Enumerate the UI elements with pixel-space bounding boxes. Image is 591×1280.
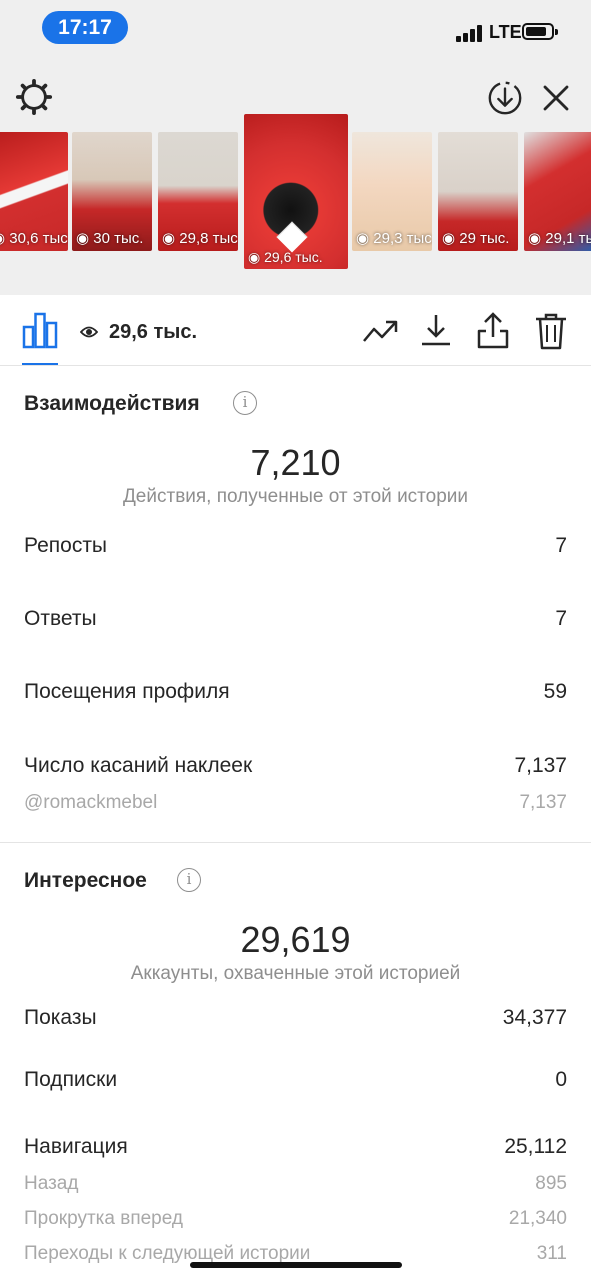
row-value-reposts: 7 bbox=[555, 534, 567, 557]
row-label-sticker-taps: Число касаний наклеек bbox=[24, 754, 253, 777]
interactions-total: 7,210 bbox=[250, 442, 341, 483]
story-thumbnail[interactable]: ◉ 29,8 тыс. bbox=[158, 132, 238, 251]
story-thumbnail[interactable]: ◉ 29,1 тыс. bbox=[524, 132, 591, 251]
row-value-sticker-taps: 7,137 bbox=[514, 754, 567, 777]
story-views: ◉ 29,6 тыс. bbox=[248, 249, 323, 265]
interactions-caption: Действия, полученные от этой истории bbox=[122, 486, 469, 507]
close-icon[interactable] bbox=[538, 80, 574, 116]
bar-chart-icon[interactable] bbox=[22, 311, 58, 349]
row-value-follows: 0 bbox=[555, 1068, 567, 1091]
gear-icon[interactable] bbox=[15, 78, 53, 116]
battery-icon bbox=[522, 23, 558, 40]
row-label-impressions: Показы bbox=[24, 1006, 97, 1029]
sticker-mention-label[interactable]: @romackmebel bbox=[24, 792, 157, 814]
nav-value-back: 895 bbox=[535, 1173, 567, 1194]
home-indicator[interactable] bbox=[190, 1262, 402, 1268]
story-views: ◉ 30 тыс. bbox=[76, 230, 144, 247]
discovery-total: 29,619 bbox=[240, 919, 351, 960]
signal-icon bbox=[456, 24, 486, 42]
status-time[interactable]: 17:17 bbox=[42, 11, 128, 44]
story-views: ◉ 29,1 тыс. bbox=[528, 230, 591, 247]
story-views: ◉ 29,8 тыс. bbox=[162, 230, 238, 247]
row-value-navigation: 25,112 bbox=[504, 1135, 567, 1158]
row-label-reposts: Репосты bbox=[24, 534, 108, 557]
story-thumbnail[interactable]: ◉ 29,3 тыс. bbox=[352, 132, 432, 251]
nav-label-back: Назад bbox=[24, 1173, 79, 1194]
download-circle-icon[interactable] bbox=[486, 79, 524, 117]
row-value-impressions: 34,377 bbox=[502, 1006, 567, 1029]
story-views: ◉ 30,6 тыс. bbox=[0, 230, 68, 247]
share-icon[interactable] bbox=[476, 311, 510, 349]
story-thumbnail[interactable]: ◉ 29 тыс. bbox=[438, 132, 518, 251]
story-thumbnail[interactable]: ◉ 30 тыс. bbox=[72, 132, 152, 251]
discovery-caption: Аккаунты, охваченные этой историей bbox=[130, 963, 461, 984]
nav-value-next-story: 311 bbox=[536, 1243, 567, 1264]
interactions-title: Взаимодействия bbox=[24, 392, 200, 415]
row-value-replies: 7 bbox=[555, 607, 567, 630]
delete-icon[interactable] bbox=[534, 312, 568, 350]
sticker-mention-value: 7,137 bbox=[519, 792, 567, 813]
story-thumbnail[interactable]: ◉ 30,6 тыс. bbox=[0, 132, 68, 251]
story-header: ◉ 30,6 тыс. ◉ 30 тыс. ◉ 29,8 тыс. ◉ 29,6… bbox=[0, 58, 591, 295]
nav-value-forward: 21,340 bbox=[508, 1208, 567, 1229]
row-value-profile-visits: 59 bbox=[543, 680, 567, 703]
status-bar: 17:17 LTE bbox=[0, 0, 591, 58]
trend-icon[interactable] bbox=[362, 317, 398, 345]
info-icon[interactable]: i bbox=[233, 391, 257, 415]
views-total: 29,6 тыс. bbox=[109, 321, 198, 343]
row-label-navigation: Навигация bbox=[24, 1135, 128, 1158]
story-views: ◉ 29 тыс. bbox=[442, 230, 510, 247]
row-label-profile-visits: Посещения профиля bbox=[24, 680, 230, 703]
info-icon[interactable]: i bbox=[177, 868, 201, 892]
insights-toolbar: 29,6 тыс. bbox=[0, 295, 591, 366]
row-label-follows: Подписки bbox=[24, 1068, 118, 1091]
save-icon[interactable] bbox=[420, 313, 452, 347]
story-views: ◉ 29,3 тыс. bbox=[356, 230, 432, 247]
network-label: LTE bbox=[489, 22, 522, 42]
nav-label-forward: Прокрутка вперед bbox=[24, 1208, 183, 1229]
section-divider bbox=[0, 842, 591, 843]
row-label-replies: Ответы bbox=[24, 607, 97, 630]
discovery-title: Интересное bbox=[24, 869, 147, 892]
eye-icon bbox=[80, 326, 98, 338]
active-tab-indicator bbox=[22, 363, 58, 365]
